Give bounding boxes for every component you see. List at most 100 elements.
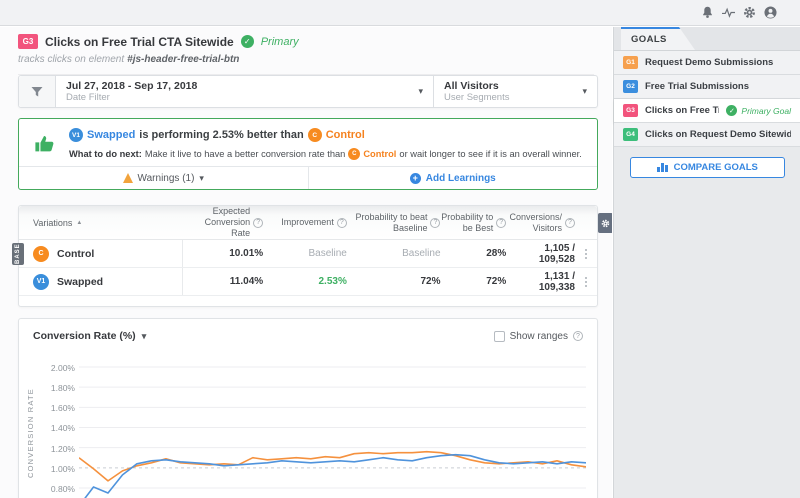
warning-icon <box>123 173 133 183</box>
y-axis-tick: 0.80% <box>23 484 75 494</box>
column-header-variations[interactable]: Variations ▲ <box>19 218 183 228</box>
primary-check-icon: ✓ <box>241 35 254 48</box>
prob-best-value: 28% <box>441 248 507 259</box>
goal-label: Free Trial Submissions <box>645 81 749 92</box>
tab-goals[interactable]: GOALS <box>621 27 697 50</box>
compare-goals-button[interactable]: COMPARE GOALS <box>630 157 785 178</box>
variation-name: Swapped <box>87 129 135 141</box>
next-steps-text: What to do next: Make it live to have a … <box>69 148 582 160</box>
goal-badge: G1 <box>623 56 638 69</box>
expected-cr-value: 11.04% <box>183 276 263 287</box>
table-header-row: Variations ▲ Expected Conversion Rate ? … <box>19 206 597 240</box>
conversion-chart-card: Conversion Rate (%) ▾ Show ranges ? CONV… <box>18 318 598 498</box>
date-filter-label: Date Filter <box>66 92 418 103</box>
y-axis-tick: 1.00% <box>23 464 75 474</box>
improvement-value: 2.53% <box>263 276 347 287</box>
column-header-prob-best: Probability to be Best ? <box>440 212 506 234</box>
primary-label: Primary <box>261 36 299 48</box>
caret-down-icon: ▾ <box>418 86 423 97</box>
goal-badge: G3 <box>623 104 638 117</box>
column-header-conversions: Conversions/ Visitors ? <box>506 212 575 234</box>
goal-selector: #js-header-free-trial-btn <box>127 54 239 65</box>
column-header-improvement: Improvement ? <box>263 217 347 228</box>
thumbs-up-icon <box>33 131 57 155</box>
next-steps-before: Make it live to have a better conversion… <box>145 149 346 159</box>
insight-headline: V1 Swapped is performing 2.53% better th… <box>69 128 582 142</box>
table-settings-gear-button[interactable] <box>598 213 612 233</box>
improvement-value: Baseline <box>263 248 347 259</box>
y-axis-tick: 1.80% <box>23 383 75 393</box>
prob-best-value: 72% <box>441 276 507 287</box>
page-title: Clicks on Free Trial CTA Sitewide <box>45 35 234 49</box>
variation-badge: V1 <box>33 274 49 290</box>
goals-sidebar: GOALS G1 Request Demo Submissions G2 Fre… <box>613 27 800 498</box>
filter-bar: Jul 27, 2018 - Sep 17, 2018 Date Filter … <box>18 75 598 108</box>
control-name: Control <box>326 129 365 141</box>
control-name: Control <box>363 149 396 159</box>
show-ranges-label: Show ranges <box>510 331 568 342</box>
goal-label: Request Demo Submissions <box>645 57 773 68</box>
sort-asc-icon: ▲ <box>76 220 82 226</box>
activity-pulse-icon[interactable] <box>722 6 735 19</box>
goal-label: Clicks on Request Demo Sitewide <box>645 129 791 140</box>
help-icon[interactable]: ? <box>573 331 583 341</box>
variation-badge: V1 <box>69 128 83 142</box>
help-icon[interactable]: ? <box>253 218 263 228</box>
user-segments-dropdown[interactable]: All Visitors User Segments ▾ <box>433 76 597 107</box>
caret-down-icon: ▾ <box>199 173 204 184</box>
chart-plot-area: 2.00%1.80%1.60%1.40%1.20%1.00%0.80% <box>19 351 597 498</box>
conversions-value: 1,105 / 109,528 <box>506 243 575 265</box>
notifications-bell-icon[interactable] <box>701 6 714 19</box>
caret-down-icon: ▾ <box>582 86 587 97</box>
caret-down-icon: ▾ <box>142 331 147 342</box>
main-content: G3 Clicks on Free Trial CTA Sitewide ✓ P… <box>0 27 612 498</box>
show-ranges-checkbox[interactable] <box>494 331 505 342</box>
table-row-swapped: V1 Swapped 11.04% 2.53% 72% 72% 1,131 / … <box>19 268 597 296</box>
date-filter-value: Jul 27, 2018 - Sep 17, 2018 <box>66 80 418 92</box>
series-swapped <box>79 455 586 498</box>
settings-gear-icon[interactable] <box>743 6 756 19</box>
row-menu-icon[interactable] <box>583 247 589 261</box>
sidebar-item-g3[interactable]: G3 Clicks on Free Trial ... ✓ Primary Go… <box>614 99 800 123</box>
control-badge: C <box>348 148 360 160</box>
account-avatar-icon[interactable] <box>764 6 777 19</box>
table-row-control: BASE C Control 10.01% Baseline Baseline … <box>19 240 597 268</box>
sidebar-tab-row: GOALS <box>614 27 800 51</box>
goal-badge: G2 <box>623 80 638 93</box>
sidebar-item-g2[interactable]: G2 Free Trial Submissions <box>614 75 800 99</box>
column-header-expected-cr: Expected Conversion Rate ? <box>183 206 263 239</box>
help-icon[interactable]: ? <box>565 218 575 228</box>
primary-check-icon: ✓ <box>726 105 737 116</box>
row-menu-icon[interactable] <box>583 275 589 289</box>
date-filter-dropdown[interactable]: Jul 27, 2018 - Sep 17, 2018 Date Filter … <box>56 76 433 107</box>
expected-cr-value: 10.01% <box>183 248 263 259</box>
goal-header: G3 Clicks on Free Trial CTA Sitewide ✓ P… <box>18 33 594 75</box>
variation-name: Control <box>57 248 94 260</box>
metric-dropdown[interactable]: Conversion Rate (%) ▾ <box>33 330 146 342</box>
metric-label: Conversion Rate (%) <box>33 330 136 342</box>
sidebar-item-g1[interactable]: G1 Request Demo Submissions <box>614 51 800 75</box>
goal-label: Clicks on Free Trial ... <box>645 105 719 116</box>
add-learnings-label: Add Learnings <box>426 173 496 184</box>
filter-funnel-button[interactable] <box>19 76 56 107</box>
plus-icon: + <box>410 173 421 184</box>
variation-cell: C Control <box>19 240 183 267</box>
sidebar-item-g4[interactable]: G4 Clicks on Request Demo Sitewide <box>614 123 800 147</box>
help-icon[interactable]: ? <box>496 218 506 228</box>
baseline-tag: BASE <box>12 243 24 265</box>
help-icon[interactable]: ? <box>430 218 440 228</box>
insight-message: is performing 2.53% better than <box>139 129 303 141</box>
y-axis-tick: 1.20% <box>23 444 75 454</box>
insight-footer: Warnings (1) ▾ + Add Learnings <box>19 166 597 189</box>
help-icon[interactable]: ? <box>337 218 347 228</box>
control-badge: C <box>33 246 49 262</box>
user-segments-label: User Segments <box>444 92 582 103</box>
add-learnings-button[interactable]: + Add Learnings <box>308 167 598 189</box>
goal-description: tracks clicks on element#js-header-free-… <box>18 54 594 65</box>
warnings-toggle[interactable]: Warnings (1) ▾ <box>19 167 308 189</box>
control-badge: C <box>308 128 322 142</box>
goal-badge: G3 <box>18 34 38 49</box>
column-header-prob-beat-baseline: Probability to beat Baseline ? <box>347 212 441 234</box>
goal-description-text: tracks clicks on element <box>18 54 124 65</box>
y-axis-tick: 2.00% <box>23 363 75 373</box>
